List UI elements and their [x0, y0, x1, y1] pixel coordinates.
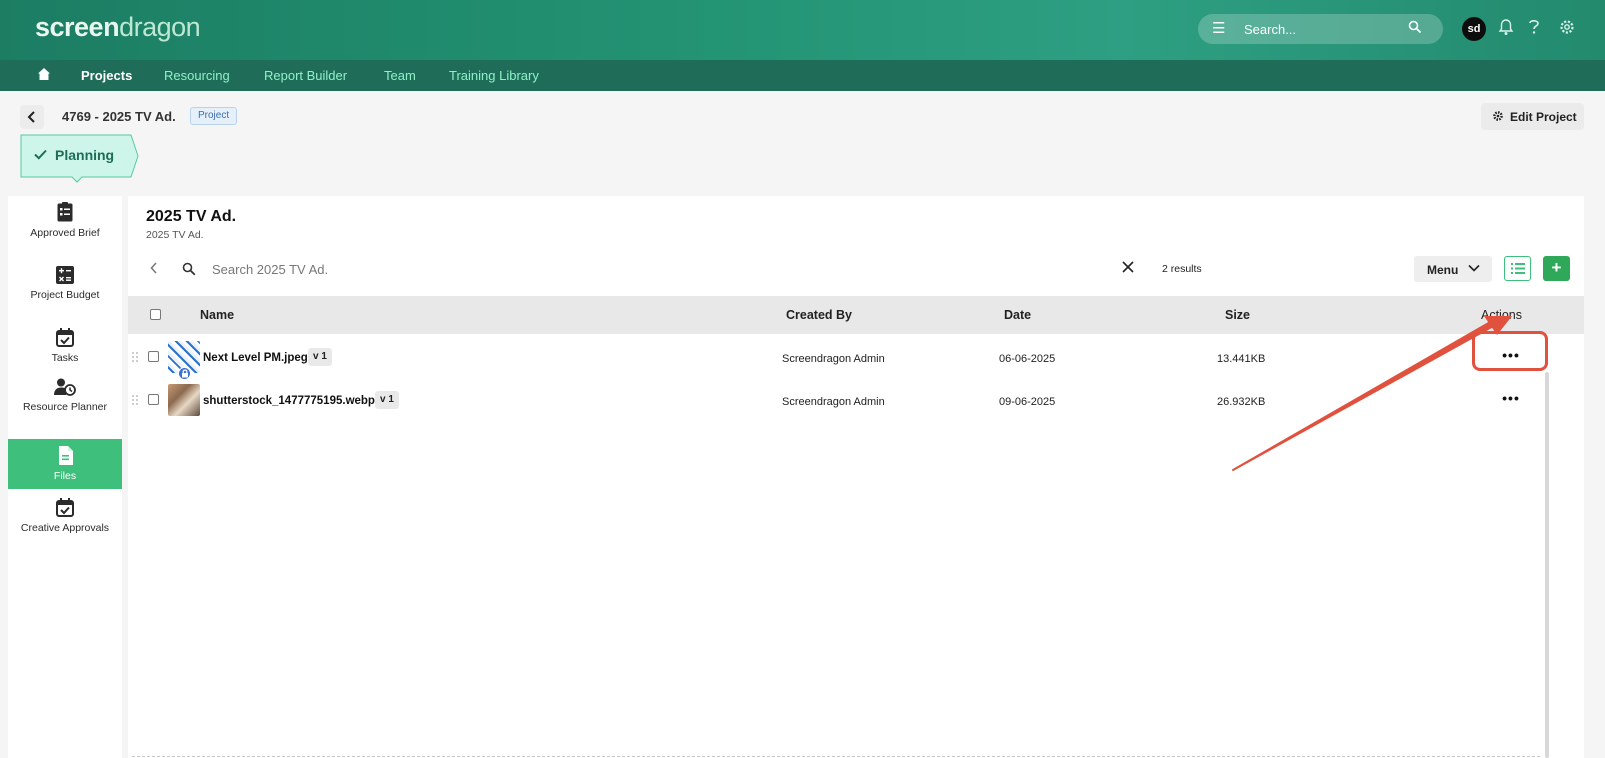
global-search[interactable]: ☰: [1198, 14, 1443, 44]
budget-icon: [56, 266, 74, 284]
nav-resourcing[interactable]: Resourcing: [164, 68, 230, 83]
project-type-badge: Project: [190, 107, 238, 125]
approvals-icon: [56, 498, 74, 517]
sidebar-item-label: Creative Approvals: [20, 522, 110, 534]
sidebar-item-label: Files: [53, 470, 77, 482]
project-title: 4769 - 2025 TV Ad.: [62, 109, 176, 124]
drag-handle-icon[interactable]: [131, 351, 139, 363]
row-actions-button[interactable]: •••: [1489, 391, 1533, 411]
column-size[interactable]: Size: [1225, 308, 1250, 322]
row-checkbox[interactable]: [148, 351, 159, 362]
column-actions: Actions: [1481, 308, 1522, 322]
created-by-cell: Screendragon Admin: [782, 353, 885, 365]
nav-training-library[interactable]: Training Library: [449, 68, 539, 83]
panel-subtitle: 2025 TV Ad.: [146, 229, 204, 241]
sidebar-item-tasks[interactable]: Tasks: [8, 328, 122, 370]
sidebar-item-resource-planner[interactable]: Resource Planner: [8, 378, 122, 428]
nav-projects[interactable]: Projects: [81, 68, 132, 83]
global-search-input[interactable]: [1244, 20, 1394, 38]
hamburger-icon[interactable]: ☰: [1212, 19, 1225, 37]
nav-report-builder[interactable]: Report Builder: [264, 68, 347, 83]
annotation-highlight-box: [1472, 331, 1548, 371]
file-name[interactable]: shutterstock_1477775195.webp: [203, 395, 375, 407]
table-header: Name Created By Date Size Actions: [128, 296, 1584, 334]
size-cell: 13.441KB: [1217, 353, 1266, 365]
home-icon[interactable]: [37, 67, 51, 81]
column-name[interactable]: Name: [200, 308, 234, 322]
file-name[interactable]: Next Level PM.jpeg: [203, 352, 308, 364]
top-header: screendragon ☰ sd: [0, 0, 1605, 60]
files-panel: 2025 TV Ad. 2025 TV Ad. 2 results Menu +…: [128, 196, 1584, 758]
sidebar-item-label: Tasks: [51, 352, 79, 364]
search-icon: [182, 262, 196, 276]
file-thumbnail[interactable]: [168, 384, 200, 416]
table-row[interactable]: shutterstock_1477775195.webp v 1 Screend…: [128, 379, 1584, 421]
table-row[interactable]: Next Level PM.jpeg v 1 Screendragon Admi…: [128, 336, 1584, 380]
menu-dropdown-button[interactable]: Menu: [1414, 256, 1492, 282]
help-icon[interactable]: [1528, 18, 1540, 36]
sidebar-item-project-budget[interactable]: Project Budget: [8, 266, 122, 320]
size-cell: 26.932KB: [1217, 396, 1266, 408]
add-file-button[interactable]: +: [1543, 256, 1570, 281]
chevron-left-icon[interactable]: [150, 262, 158, 274]
user-avatar[interactable]: sd: [1462, 17, 1486, 41]
sidebar-item-approved-brief[interactable]: Approved Brief: [8, 202, 122, 260]
vertical-scrollbar[interactable]: [1545, 372, 1549, 758]
chevron-down-icon: [1468, 264, 1480, 272]
panel-title: 2025 TV Ad.: [146, 208, 237, 225]
file-icon: [58, 446, 73, 465]
chevron-left-icon: [27, 111, 35, 123]
select-all-checkbox[interactable]: [150, 309, 161, 320]
created-by-cell: Screendragon Admin: [782, 396, 885, 408]
nav-team[interactable]: Team: [384, 68, 416, 83]
project-sidebar: Approved Brief Project Budget Tasks Reso…: [8, 196, 122, 758]
files-search-input[interactable]: [212, 258, 812, 280]
search-icon[interactable]: [1408, 20, 1422, 34]
results-count: 2 results: [1162, 263, 1202, 275]
sidebar-item-creative-approvals[interactable]: Creative Approvals: [8, 498, 122, 548]
list-view-icon: [1511, 263, 1525, 274]
main-nav: Projects Resourcing Report Builder Team …: [0, 60, 1605, 91]
date-cell: 06-06-2025: [999, 353, 1056, 365]
tasks-icon: [56, 328, 74, 347]
version-badge: v 1: [375, 391, 399, 409]
sidebar-item-label: Approved Brief: [30, 227, 100, 239]
gear-icon: [1493, 111, 1503, 121]
date-cell: 09-06-2025: [999, 396, 1056, 408]
drag-handle-icon[interactable]: [131, 394, 139, 406]
screendragon-logo[interactable]: screendragon: [35, 12, 201, 43]
resource-planner-icon: [54, 378, 76, 396]
list-view-button[interactable]: [1504, 256, 1531, 281]
clear-search-icon[interactable]: [1122, 261, 1134, 273]
column-date[interactable]: Date: [1004, 308, 1031, 322]
edit-project-button[interactable]: Edit Project: [1481, 103, 1584, 130]
column-created-by[interactable]: Created By: [786, 308, 852, 322]
drop-zone-border: [132, 756, 1540, 757]
settings-gear-icon[interactable]: [1558, 18, 1576, 36]
row-checkbox[interactable]: [148, 394, 159, 405]
stage-planning[interactable]: Planning: [20, 134, 139, 183]
check-icon: [34, 149, 47, 160]
brief-icon: [57, 202, 73, 222]
sidebar-item-files[interactable]: Files: [8, 439, 122, 489]
back-button[interactable]: [20, 105, 44, 129]
sidebar-item-label: Resource Planner: [22, 401, 108, 413]
version-badge: v 1: [308, 348, 332, 366]
sidebar-item-label: Project Budget: [30, 289, 100, 301]
bell-icon[interactable]: [1498, 18, 1514, 36]
